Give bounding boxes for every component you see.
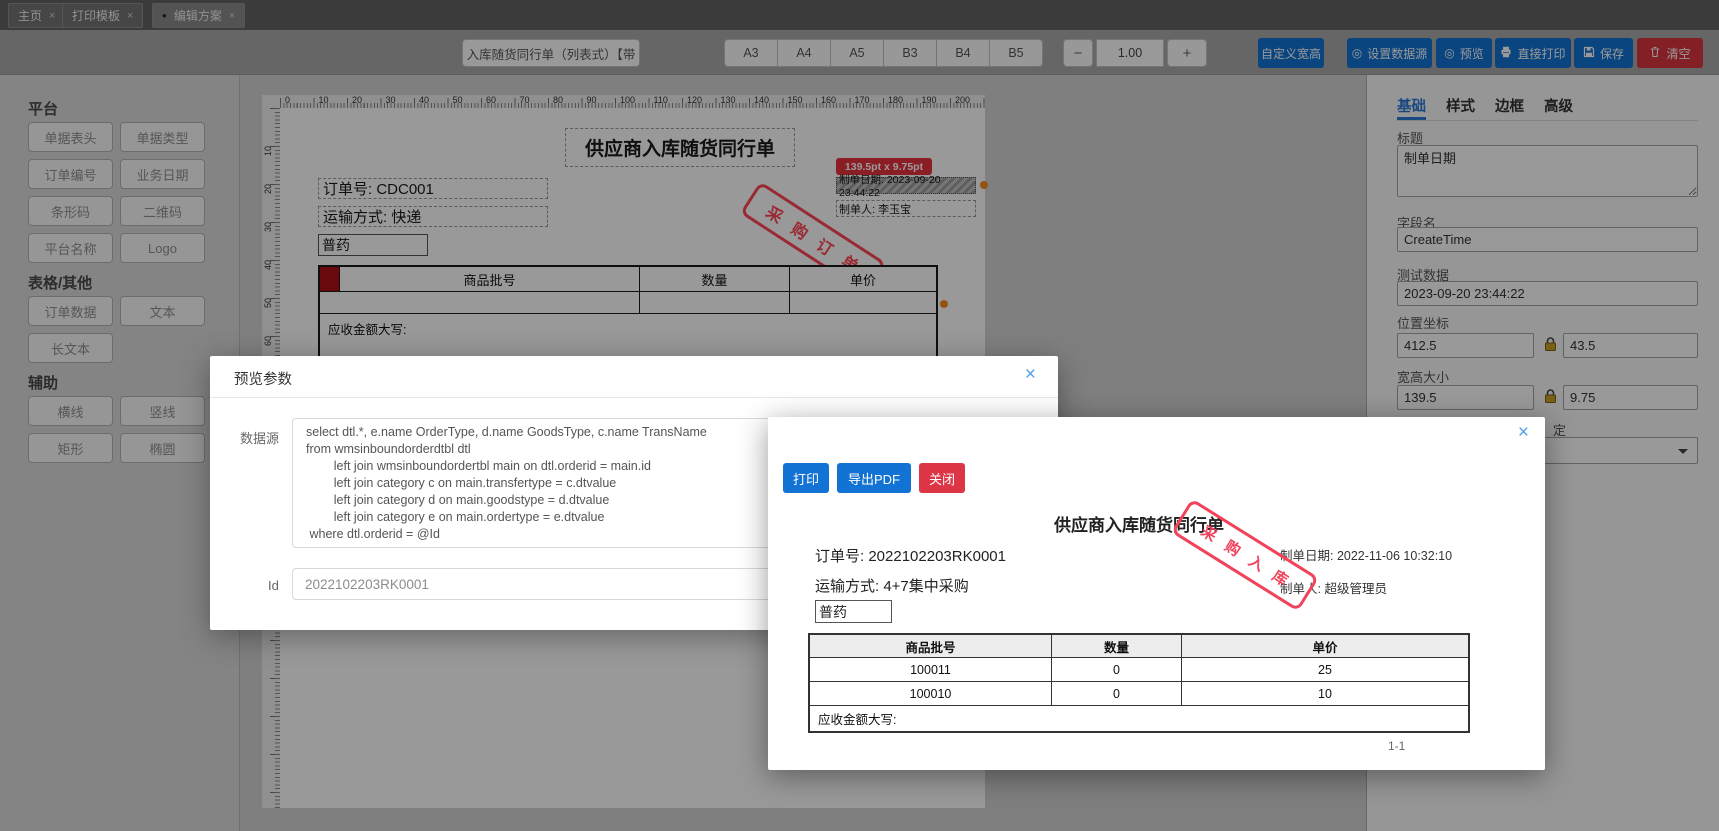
print-preview-modal: × 打印 导出PDF 关闭 供应商入库随货同行单 订单号: 2022102203… [768,417,1545,770]
col-header-batch: 商品批号 [810,635,1052,658]
preview-make-date: 制单日期: 2022-11-06 10:32:10 [1280,549,1453,563]
cell-qty: 0 [1052,658,1182,681]
modal-title: 预览参数 [234,372,292,388]
table-row: 100011 0 25 [810,658,1468,682]
id-label: Id [268,578,279,593]
close-icon[interactable]: × [1025,365,1036,384]
preview-transport: 运输方式: 4+7集中采购 [815,578,969,595]
cell-price: 25 [1318,662,1332,677]
amount-in-words-row: 应收金额大写: [818,713,897,727]
preview-table-header-row: 商品批号 数量 单价 [810,635,1468,658]
modal-header: 预览参数 × [210,356,1058,398]
preview-drug-type: 普药 [815,600,892,623]
preview-table: 商品批号 数量 单价 100011 0 25 100010 0 10 应收金额大… [808,633,1470,733]
preview-doc-title: 供应商入库随货同行单 [1054,516,1224,535]
close-icon[interactable]: × [1518,423,1529,442]
close-button[interactable]: 关闭 [919,463,965,493]
export-pdf-button[interactable]: 导出PDF [837,463,911,493]
col-header-price: 单价 [1182,635,1468,658]
table-row: 100010 0 10 [810,682,1468,706]
datasource-label: 数据源 [240,431,280,446]
col-header-qty: 数量 [1052,635,1182,658]
cell-price: 10 [1318,686,1332,701]
page-indicator: 1-1 [1388,739,1406,753]
cell-qty: 0 [1052,682,1182,705]
cell-batch: 100011 [810,658,1052,681]
preview-order-no: 订单号: 2022102203RK0001 [815,548,1006,565]
print-button[interactable]: 打印 [783,463,829,493]
cell-batch: 100010 [810,682,1052,705]
